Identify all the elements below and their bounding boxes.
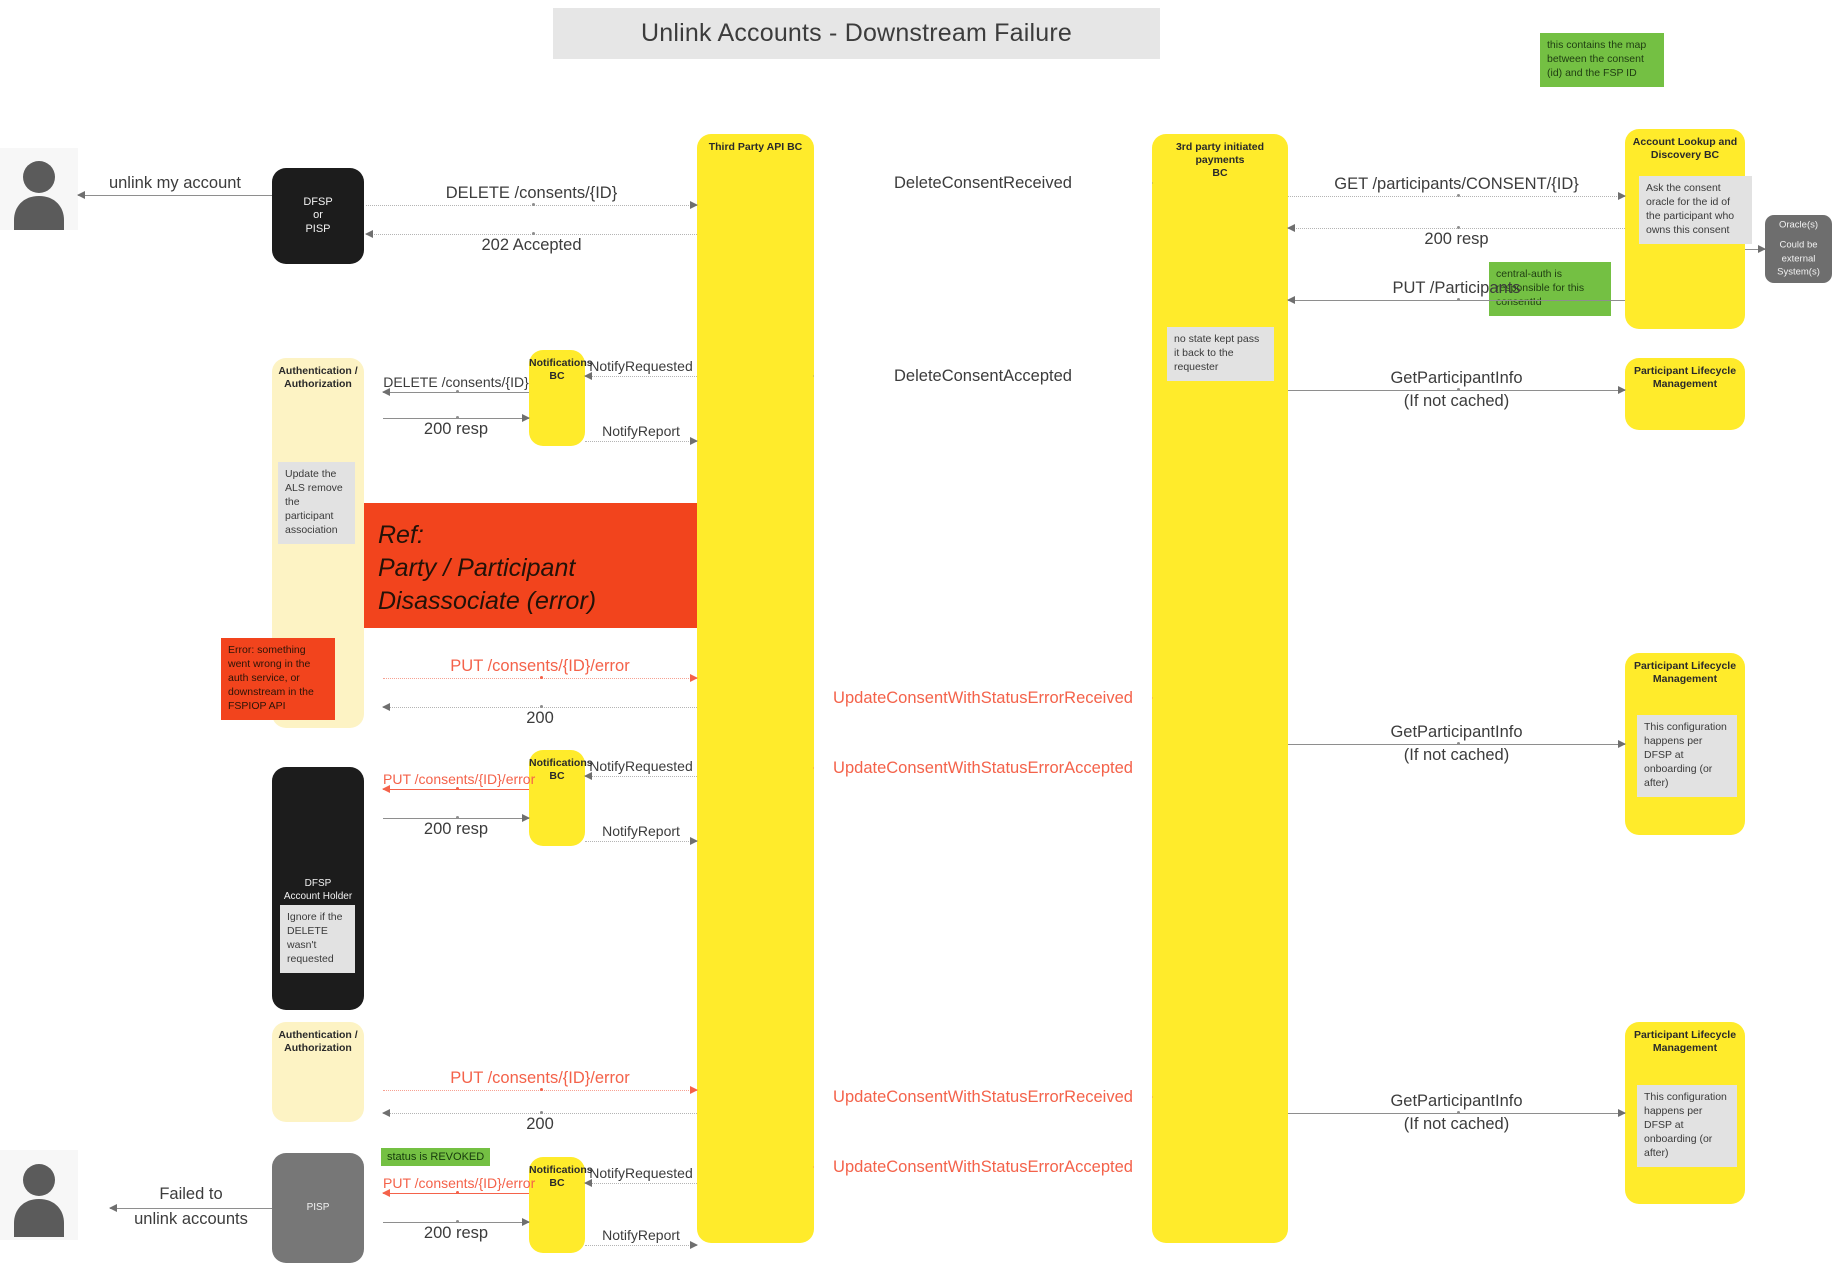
lifeline-label: Notifications BC <box>529 757 593 782</box>
lifeline-label: Participant Lifecycle Management <box>1633 1029 1737 1054</box>
note-ask-oracle: Ask the consent oracle for the id of the… <box>1639 176 1752 244</box>
message-label: PUT /consents/{ID}/error <box>450 657 630 675</box>
message-label: Failed to <box>159 1185 223 1203</box>
lifeline-label: PISP <box>306 1201 330 1213</box>
message-label: DeleteConsentReceived <box>814 174 1152 193</box>
message-label: 200 resp <box>423 820 489 838</box>
message-label: DELETE /consents/{ID} <box>383 374 529 390</box>
lifeline-notifications-bc-2[interactable]: Notifications BC <box>529 750 593 846</box>
message-line <box>585 376 697 377</box>
message-line <box>585 441 697 442</box>
message-label: NotifyRequested <box>589 1165 693 1181</box>
message-label: NotifyRequested <box>589 758 693 774</box>
message-label: PUT /consents/{ID}/error <box>450 1069 630 1087</box>
lifeline-third-party-api-bc[interactable]: Third Party API BC <box>697 134 814 1243</box>
lifeline-label: DFSP Account Holder <box>283 878 353 902</box>
lifeline-label: Authentication / Authorization <box>278 1029 358 1054</box>
lifeline-notifications-bc-3[interactable]: Notifications BC <box>529 1157 593 1253</box>
message-label: GetParticipantInfo <box>1390 1092 1523 1110</box>
note-config-onboarding-2: This configuration happens per DFSP at o… <box>1637 1085 1737 1167</box>
note-ignore-delete: Ignore if the DELETE wasn't requested <box>280 905 355 973</box>
lifeline-label: Oracle(s) Could be external System(s) <box>1777 219 1820 278</box>
lifeline-label: Participant Lifecycle Management <box>1633 660 1737 685</box>
message-label: unlink my account <box>108 174 242 192</box>
message-label: PUT /consents/{ID}/error <box>383 771 536 787</box>
message-label: PUT /Participants <box>1392 279 1521 297</box>
lifeline-label: Notifications BC <box>529 357 593 382</box>
message-line <box>585 776 697 777</box>
lifeline-label: Account Lookup and Discovery BC <box>1632 136 1738 161</box>
lifeline-label: Notifications BC <box>529 1164 593 1189</box>
lifeline-label: Participant Lifecycle Management <box>1633 365 1737 390</box>
message-line <box>585 1183 697 1184</box>
note-config-onboarding-1: This configuration happens per DFSP at o… <box>1637 715 1737 797</box>
lifeline-pisp[interactable]: PISP <box>272 1153 364 1263</box>
message-label: NotifyReport <box>602 423 680 439</box>
note-consent-map: this contains the map between the consen… <box>1540 33 1664 87</box>
message-label: DeleteConsentAccepted <box>814 367 1152 386</box>
message-label: 200 resp <box>1424 230 1489 248</box>
message-line <box>110 1208 272 1209</box>
message-sublabel: (If not cached) <box>1403 746 1510 764</box>
actor-user-bottom <box>0 1150 78 1240</box>
arrowhead-right-icon <box>1758 245 1766 253</box>
note-update-als: Update the ALS remove the participant as… <box>278 462 355 544</box>
message-sublabel: (If not cached) <box>1403 392 1510 410</box>
person-icon <box>14 1164 64 1237</box>
diagram-title-bar: Unlink Accounts - Downstream Failure <box>553 8 1160 59</box>
message-label: UpdateConsentWithStatusErrorReceived <box>814 1088 1152 1107</box>
message-label: NotifyReport <box>602 823 680 839</box>
lifeline-dfsp-account-holder[interactable]: DFSP Account Holder <box>272 767 364 1010</box>
message-label: 200 <box>526 709 554 727</box>
note-error-auth-service: Error: something went wrong in the auth … <box>221 638 335 720</box>
message-label: PUT /consents/{ID}/error <box>383 1175 536 1191</box>
lifeline-label: 3rd party initiated payments BC <box>1175 141 1265 179</box>
lifeline-notifications-bc-1[interactable]: Notifications BC <box>529 350 593 446</box>
message-label: 200 <box>526 1115 554 1133</box>
lifeline-3rd-party-initiated-payments-bc[interactable]: 3rd party initiated payments BC <box>1152 134 1288 1243</box>
lifeline-dfsp-or-pisp[interactable]: DFSP or PISP <box>272 168 364 264</box>
message-label: GetParticipantInfo <box>1390 369 1523 387</box>
ref-frame-party-participant-disassociate: Ref: Party / Participant Disassociate (e… <box>364 503 697 628</box>
message-label: 200 resp <box>423 420 489 438</box>
lifeline-label: Third Party API BC <box>708 141 803 153</box>
lifeline-label: DFSP or PISP <box>303 195 333 235</box>
lifeline-authentication-authorization-bottom[interactable]: Authentication / Authorization <box>272 1022 364 1122</box>
actor-user-top <box>0 148 78 230</box>
message-line <box>585 1245 697 1246</box>
message-label: UpdateConsentWithStatusErrorReceived <box>814 689 1152 708</box>
lifeline-label: Authentication / Authorization <box>278 365 358 390</box>
message-sublabel: unlink accounts <box>134 1210 248 1228</box>
message-label: GetParticipantInfo <box>1390 723 1523 741</box>
message-label: GET /participants/CONSENT/{ID} <box>1334 175 1579 193</box>
ref-frame-text: Ref: Party / Participant Disassociate (e… <box>378 521 597 615</box>
message-label: NotifyReport <box>602 1227 680 1243</box>
message-label: 200 resp <box>423 1224 489 1242</box>
message-label: DELETE /consents/{ID} <box>445 184 618 202</box>
lifeline-participant-lifecycle-management-1[interactable]: Participant Lifecycle Management <box>1625 358 1745 430</box>
page-title: Unlink Accounts - Downstream Failure <box>641 19 1072 47</box>
message-line <box>78 195 272 196</box>
message-line <box>585 841 697 842</box>
person-icon <box>14 161 64 230</box>
message-label: UpdateConsentWithStatusErrorAccepted <box>814 1158 1152 1177</box>
message-label: 202 Accepted <box>481 236 582 254</box>
message-label: UpdateConsentWithStatusErrorAccepted <box>814 759 1152 778</box>
message-label: NotifyRequested <box>589 358 693 374</box>
note-no-state-kept: no state kept pass it back to the reques… <box>1167 327 1274 381</box>
message-sublabel: (If not cached) <box>1403 1115 1510 1133</box>
note-status-revoked: status is REVOKED <box>381 1148 491 1166</box>
lifeline-oracles[interactable]: Oracle(s) Could be external System(s) <box>1765 215 1832 283</box>
